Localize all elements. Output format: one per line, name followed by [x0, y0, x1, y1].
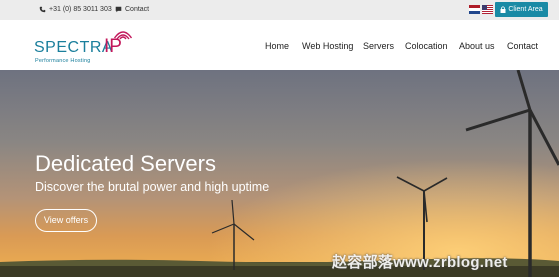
us-flag-icon[interactable] — [482, 5, 493, 14]
spectraip-logo[interactable]: SPECTRA IP Performance Hosting — [34, 27, 134, 65]
phone-link[interactable]: +31 (0) 85 3011 303 — [39, 4, 112, 15]
nav-servers[interactable]: Servers — [363, 41, 394, 52]
view-offers-button[interactable]: View offers — [35, 209, 97, 232]
hero-subtitle: Discover the brutal power and high uptim… — [35, 180, 270, 194]
logo-tagline: Performance Hosting — [35, 58, 91, 64]
nav-contact[interactable]: Contact — [507, 41, 538, 52]
client-area-label: Client Area — [508, 6, 543, 13]
contact-link[interactable]: Contact — [115, 4, 149, 15]
phone-number: +31 (0) 85 3011 303 — [49, 6, 112, 13]
chat-icon — [115, 6, 122, 13]
contact-label: Contact — [125, 6, 150, 13]
client-area-button[interactable]: Client Area — [495, 2, 548, 17]
logo-ip: IP — [104, 36, 122, 57]
hero-title: Dedicated Servers — [35, 151, 216, 176]
nl-flag-icon[interactable] — [469, 5, 480, 14]
nav-colocation[interactable]: Colocation — [405, 41, 448, 52]
watermark-text: 赵容部落www.zrblog.net — [332, 254, 508, 271]
nav-about-us[interactable]: About us — [459, 41, 495, 52]
top-bar: +31 (0) 85 3011 303 Contact Client Area — [0, 0, 559, 20]
lock-icon — [500, 6, 506, 13]
phone-icon — [39, 6, 46, 13]
logo-word: SPECTRA — [34, 39, 114, 56]
hero-banner: Dedicated Servers Discover the brutal po… — [0, 70, 559, 277]
nav-web-hosting[interactable]: Web Hosting — [302, 41, 353, 52]
nav-home[interactable]: Home — [265, 41, 289, 52]
